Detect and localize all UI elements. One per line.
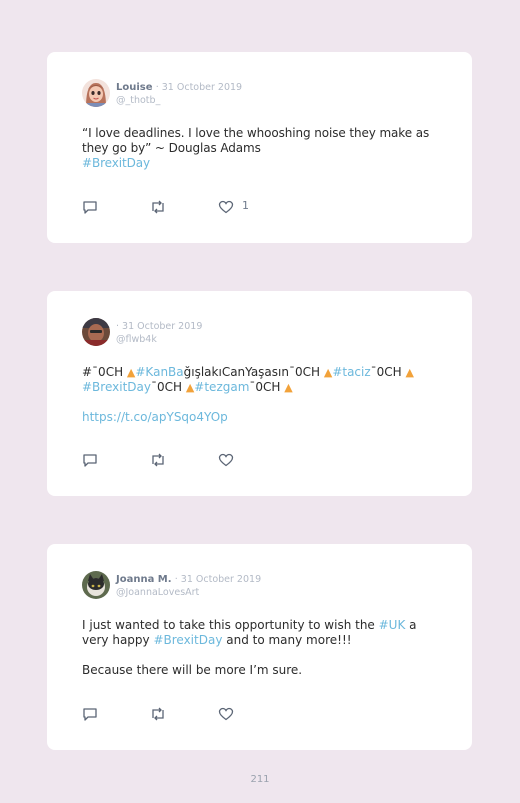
like-count: 1	[242, 199, 249, 212]
tweet-text-segment: ˉ0CH	[370, 365, 406, 379]
retweet-icon[interactable]	[149, 200, 167, 214]
hashtag-link[interactable]: #KanBa	[135, 365, 183, 379]
fire-emoji-icon: ▲	[405, 366, 414, 379]
avatar[interactable]	[82, 318, 110, 346]
tweet-text-segment: ˉ0CH	[249, 380, 285, 394]
tweet-text: #ˉ0CH ▲ #KanBağışlakıCanYaşasınˉ0CH ▲ #tac…	[82, 365, 442, 425]
author-handle[interactable]: @flwb4k	[116, 333, 202, 346]
tweet-text-content: “I love deadlines. I love the whooshing …	[82, 126, 430, 155]
tweet-card: Louise · 31 October 2019 @_thotb_ “I lov…	[47, 52, 472, 243]
hashtag-link[interactable]: #tezgam	[194, 380, 249, 394]
author-name[interactable]: Joanna M.	[116, 574, 172, 585]
tweet-date[interactable]: · 31 October 2019	[156, 82, 242, 93]
tweet-text: “I love deadlines. I love the whooshing …	[82, 126, 442, 171]
tweet-text-segment: and to many more!!!	[222, 633, 352, 647]
tweet-card: Joanna M. · 31 October 2019 @JoannaLoves…	[47, 544, 472, 750]
tweet-header: Louise · 31 October 2019 @_thotb_	[116, 81, 242, 107]
hashtag-link[interactable]: #UK	[379, 618, 406, 632]
tweet-text-segment: I just wanted to take this opportunity t…	[82, 618, 379, 632]
tweet-card: · 31 October 2019 @flwb4k #ˉ0CH ▲ #KanBağ…	[47, 291, 472, 496]
page-number: 211	[250, 774, 270, 785]
hashtag-link[interactable]: #BrexitDay	[82, 380, 151, 394]
author-name[interactable]: Louise	[116, 82, 153, 93]
tweet-text-segment: #ˉ0CH	[82, 365, 127, 379]
retweet-icon[interactable]	[149, 453, 167, 467]
avatar[interactable]	[82, 79, 110, 107]
author-handle[interactable]: @_thotb_	[116, 94, 242, 107]
tweet-date[interactable]: · 31 October 2019	[175, 574, 261, 585]
retweet-icon[interactable]	[149, 707, 167, 721]
avatar[interactable]	[82, 571, 110, 599]
reply-icon[interactable]	[82, 453, 98, 467]
hashtag-link[interactable]: #BrexitDay	[82, 156, 150, 170]
tweet-text: I just wanted to take this opportunity t…	[82, 618, 442, 678]
hashtag-link[interactable]: #taciz	[332, 365, 370, 379]
tweet-header: Joanna M. · 31 October 2019 @JoannaLoves…	[116, 573, 261, 599]
reply-icon[interactable]	[82, 707, 98, 721]
fire-emoji-icon: ▲	[284, 381, 293, 394]
author-handle[interactable]: @JoannaLovesArt	[116, 586, 261, 599]
tweet-text-segment: ˉ0CH	[150, 380, 186, 394]
reply-icon[interactable]	[82, 200, 98, 214]
heart-icon[interactable]	[218, 200, 234, 214]
tweet-text-segment: Because there will be more I’m sure.	[82, 663, 303, 677]
heart-icon[interactable]	[218, 453, 234, 467]
tweet-text-segment: ğışlakıCanYaşasınˉ0CH	[183, 365, 324, 379]
tweet-header: · 31 October 2019 @flwb4k	[116, 320, 202, 346]
heart-icon[interactable]	[218, 707, 234, 721]
hashtag-link[interactable]: #BrexitDay	[153, 633, 222, 647]
tweet-url-link[interactable]: https://t.co/apYSqo4YOp	[82, 410, 228, 424]
tweet-date[interactable]: · 31 October 2019	[116, 321, 202, 332]
